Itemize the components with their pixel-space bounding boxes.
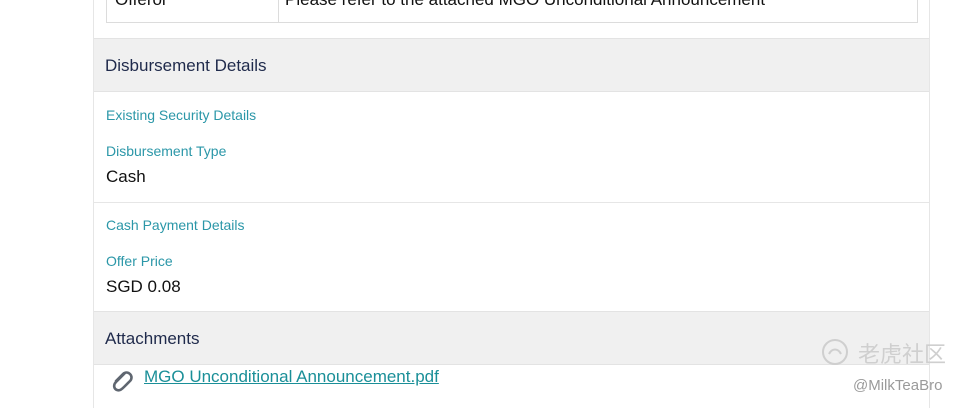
paperclip-icon (112, 371, 133, 392)
attachments-header: Attachments (94, 311, 929, 365)
offer-price-value: SGD 0.08 (106, 277, 181, 296)
offer-price-label: Offer Price (106, 253, 173, 269)
existing-security-label: Existing Security Details (106, 107, 257, 123)
attachment-link[interactable]: MGO Unconditional Announcement.pdf (144, 367, 439, 387)
disbursement-details-header: Disbursement Details (94, 38, 929, 92)
offeror-row: Offeror Please refer to the attached MGO… (106, 0, 918, 23)
table-divider (278, 0, 279, 22)
cash-payment-label: Cash Payment Details (106, 217, 245, 233)
tiger-logo-icon (822, 339, 848, 365)
offeror-value: Please refer to the attached MGO Uncondi… (285, 0, 765, 18)
watermark-brand: 老虎社区 (858, 343, 947, 368)
watermark-handle: @MilkTeaBro (853, 377, 943, 394)
disbursement-type-label: Disbursement Type (106, 143, 227, 159)
offeror-label: Offeror (115, 0, 168, 18)
disbursement-type-value: Cash (106, 167, 146, 186)
corporate-action-panel: Offeror Please refer to the attached MGO… (93, 0, 930, 408)
section-title: Attachments (105, 329, 200, 348)
section-title: Disbursement Details (105, 56, 267, 75)
watermark-logo: 老虎社区 (820, 335, 960, 371)
divider (94, 202, 929, 203)
